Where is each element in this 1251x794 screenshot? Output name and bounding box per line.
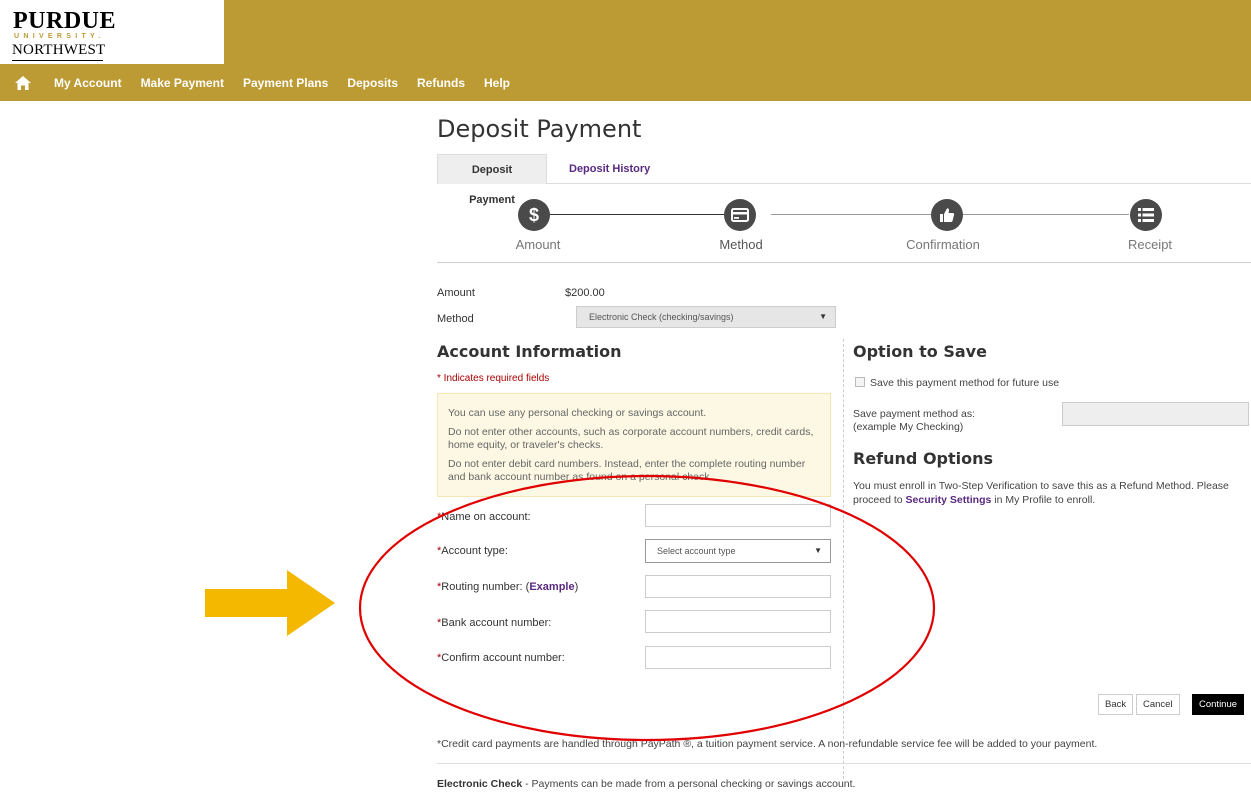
home-icon[interactable] [15, 75, 31, 90]
step-connector [771, 214, 931, 215]
red-ellipse-annotation [358, 474, 936, 742]
step-connector [963, 214, 1129, 215]
tab-deposit-payment[interactable]: Deposit Payment [437, 154, 547, 206]
cancel-button[interactable]: Cancel [1136, 694, 1180, 715]
progress-steps: $ Amount Method Confirmation Receipt [437, 191, 1251, 263]
method-select-value: Electronic Check (checking/savings) [589, 312, 734, 322]
purdue-northwest-logo[interactable]: PURDUE UNIVERSITY. NORTHWEST [0, 0, 224, 64]
step-label-receipt: Receipt [1127, 237, 1173, 252]
nav-payment-plans[interactable]: Payment Plans [243, 76, 328, 90]
nav-deposits[interactable]: Deposits [347, 76, 398, 90]
logo-university-text: UNIVERSITY. [14, 33, 105, 40]
method-select[interactable]: Electronic Check (checking/savings) ▼ [576, 306, 836, 328]
step-label-confirmation: Confirmation [906, 237, 980, 252]
account-info-title: Account Information [437, 342, 622, 361]
site-header: PURDUE UNIVERSITY. NORTHWEST My Account … [0, 0, 1251, 101]
continue-button[interactable]: Continue [1192, 694, 1245, 715]
divider [437, 763, 1251, 764]
svg-text:$: $ [529, 205, 539, 225]
credit-card-icon [724, 199, 756, 231]
required-fields-note: * Indicates required fields [437, 373, 550, 384]
nav-my-account[interactable]: My Account [54, 76, 122, 90]
chevron-down-icon: ▼ [819, 312, 827, 321]
page-title: Deposit Payment [437, 115, 642, 143]
electronic-check-note: Electronic Check - Payments can be made … [437, 778, 856, 790]
notice-line: You can use any personal checking or sav… [448, 407, 707, 419]
back-button[interactable]: Back [1098, 694, 1134, 715]
nav-help[interactable]: Help [484, 76, 510, 90]
method-label: Method [437, 313, 474, 325]
save-as-label: Save payment method as: (example My Chec… [853, 408, 975, 433]
amount-value: $200.00 [565, 287, 605, 299]
logo-northwest-text: NORTHWEST [12, 42, 106, 61]
step-label-method: Method [719, 237, 763, 252]
option-to-save-title: Option to Save [853, 342, 987, 361]
step-label-amount: Amount [515, 237, 561, 252]
nav-make-payment[interactable]: Make Payment [141, 76, 224, 90]
nav-refunds[interactable]: Refunds [417, 76, 465, 90]
notice-line: Do not enter other accounts, such as cor… [448, 426, 814, 451]
thumbs-up-icon [931, 199, 963, 231]
refund-options-title: Refund Options [853, 449, 994, 468]
amount-label: Amount [437, 287, 475, 299]
dollar-icon: $ [518, 199, 550, 231]
save-as-input[interactable] [1062, 402, 1249, 426]
logo-purdue-text: PURDUE [13, 8, 116, 34]
tab-deposit-history[interactable]: Deposit History [559, 154, 660, 184]
tab-bar: Deposit Payment Deposit History [437, 154, 1251, 206]
save-method-checkbox-label: Save this payment method for future use [870, 377, 1060, 389]
step-connector [549, 214, 739, 215]
yellow-arrow-annotation [205, 570, 335, 636]
list-icon [1130, 199, 1162, 231]
save-method-checkbox[interactable] [855, 377, 865, 387]
main-nav: My Account Make Payment Payment Plans De… [0, 64, 1251, 101]
